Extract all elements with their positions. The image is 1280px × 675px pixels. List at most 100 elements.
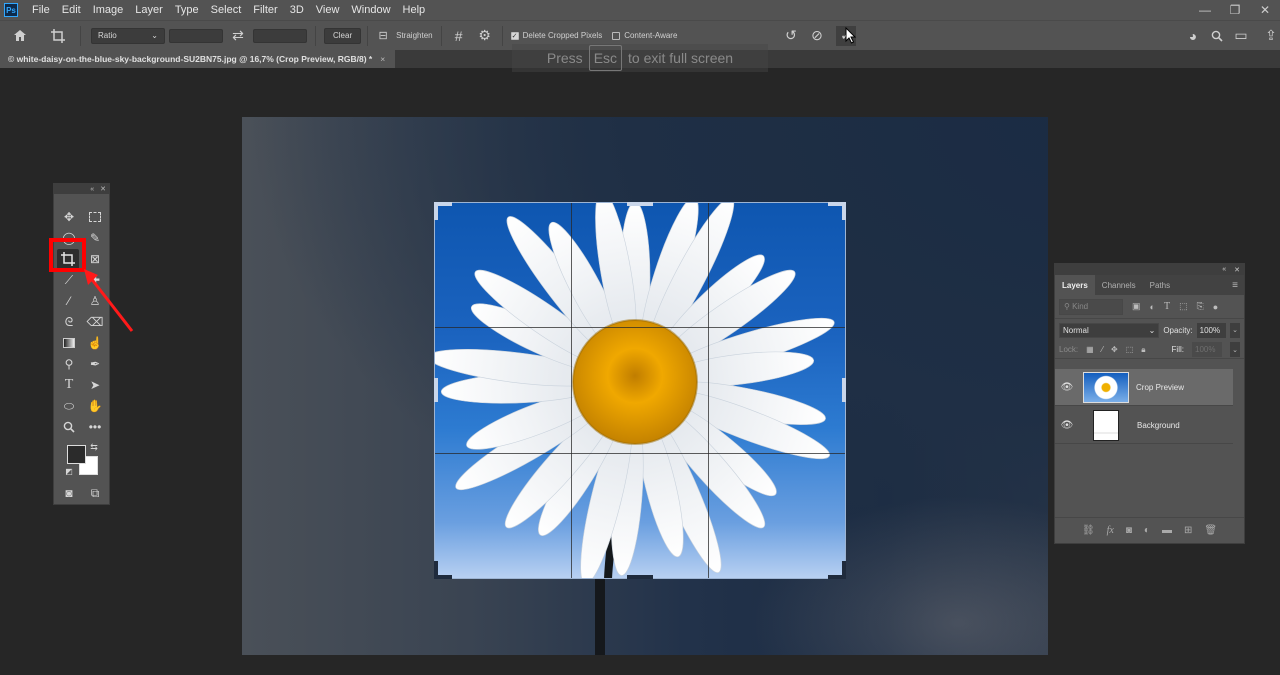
- tab-layers[interactable]: Layers: [1055, 275, 1095, 295]
- screen-mode-button[interactable]: ⧉: [85, 484, 105, 502]
- crop-width-input[interactable]: [169, 28, 223, 43]
- add-mask-icon[interactable]: ◙: [1126, 525, 1132, 536]
- close-window-button[interactable]: ✕: [1250, 0, 1280, 20]
- menu-view[interactable]: View: [310, 4, 346, 16]
- new-group-icon[interactable]: ▬: [1162, 525, 1172, 536]
- toolbox-header[interactable]: « ✕: [54, 184, 109, 194]
- ellipse-tool[interactable]: ⬭: [59, 397, 79, 415]
- trash-icon[interactable]: 🗑︎: [1204, 525, 1217, 536]
- new-layer-icon[interactable]: ⊞: [1184, 525, 1192, 536]
- zoom-tool[interactable]: [59, 418, 79, 436]
- share-user-icon[interactable]: ◕: [1185, 28, 1201, 44]
- blend-mode-select[interactable]: Normal ⌄: [1059, 322, 1160, 338]
- quick-selection-tool[interactable]: ✎: [85, 229, 105, 247]
- crop-handle-bottom[interactable]: [627, 575, 653, 579]
- menu-3d[interactable]: 3D: [284, 4, 310, 16]
- lock-position-icon[interactable]: ✥: [1111, 345, 1118, 354]
- dodge-tool[interactable]: ⚲: [59, 355, 79, 373]
- gear-icon[interactable]: ⚙: [472, 27, 498, 44]
- type-filter-icon[interactable]: T: [1164, 301, 1170, 312]
- crop-handle-top-right[interactable]: [842, 202, 846, 220]
- lock-transparent-icon[interactable]: ▦: [1086, 345, 1094, 354]
- workspace-icon[interactable]: ▭: [1233, 27, 1249, 44]
- crop-handle-top-left[interactable]: [434, 202, 438, 220]
- kind-filter-input[interactable]: ⚲ Kind: [1059, 298, 1123, 315]
- adjustment-filter-icon[interactable]: ◐: [1150, 302, 1155, 312]
- lock-image-icon[interactable]: ⁄: [1102, 345, 1103, 354]
- layers-panel-header[interactable]: « ✕: [1055, 264, 1244, 275]
- straighten-icon[interactable]: ⊟: [372, 29, 394, 42]
- crop-handle-left[interactable]: [434, 378, 438, 402]
- content-aware-checkbox[interactable]: Content-Aware: [612, 31, 677, 40]
- layer-row-crop-preview[interactable]: 👁︎ Crop Preview: [1055, 369, 1233, 406]
- pixel-filter-icon[interactable]: ▣: [1132, 301, 1141, 312]
- default-colors-icon[interactable]: ◩: [63, 465, 75, 477]
- fx-icon[interactable]: fx: [1107, 525, 1114, 536]
- move-tool[interactable]: ✥: [59, 208, 79, 226]
- menu-window[interactable]: Window: [345, 4, 396, 16]
- history-brush-tool[interactable]: ᘓ: [59, 313, 79, 331]
- tab-channels[interactable]: Channels: [1095, 275, 1143, 295]
- path-selection-tool[interactable]: ➤: [85, 376, 105, 394]
- marquee-tool[interactable]: [85, 208, 105, 226]
- restore-button[interactable]: ❐: [1220, 0, 1250, 20]
- clear-button[interactable]: Clear: [324, 27, 362, 44]
- more-tools[interactable]: •••: [85, 418, 105, 436]
- home-icon[interactable]: [0, 29, 40, 42]
- delete-cropped-pixels-checkbox[interactable]: ✓ Delete Cropped Pixels: [510, 31, 602, 40]
- hand-tool[interactable]: ✋: [85, 397, 105, 415]
- brush-tool[interactable]: ⁄: [59, 292, 79, 310]
- crop-handle-bottom-left[interactable]: [434, 561, 438, 579]
- opacity-input[interactable]: 100%: [1196, 322, 1227, 338]
- smart-object-filter-icon[interactable]: ⎘: [1197, 301, 1204, 312]
- adjustment-layer-icon[interactable]: ◐: [1144, 525, 1150, 536]
- cancel-crop-icon[interactable]: ⊘: [807, 27, 827, 44]
- link-layers-icon[interactable]: ⛓︎: [1082, 525, 1095, 536]
- straighten-button[interactable]: Straighten: [396, 31, 432, 40]
- lock-all-icon[interactable]: 🔒︎: [1141, 345, 1145, 355]
- menu-edit[interactable]: Edit: [56, 4, 87, 16]
- close-tab-icon[interactable]: ×: [380, 54, 385, 64]
- document-tab[interactable]: © white-daisy-on-the-blue-sky-background…: [0, 50, 396, 68]
- menu-select[interactable]: Select: [205, 4, 248, 16]
- ratio-select[interactable]: Ratio ⌄: [91, 27, 165, 44]
- crop-handle-top[interactable]: [627, 202, 653, 206]
- fill-dropdown-icon[interactable]: ⌄: [1230, 342, 1240, 357]
- eye-icon[interactable]: 👁︎: [1055, 382, 1079, 393]
- crop-handle-right[interactable]: [842, 378, 846, 402]
- opacity-dropdown-icon[interactable]: ⌄: [1230, 322, 1240, 338]
- crop-preview[interactable]: [434, 202, 846, 579]
- gradient-tool[interactable]: [59, 334, 79, 352]
- overlay-grid-icon[interactable]: #: [446, 28, 472, 44]
- collapse-icon[interactable]: «: [1222, 266, 1226, 273]
- menu-image[interactable]: Image: [87, 4, 130, 16]
- menu-help[interactable]: Help: [397, 4, 432, 16]
- foreground-color-swatch[interactable]: [67, 445, 86, 464]
- smudge-tool[interactable]: ☝: [85, 334, 105, 352]
- collapse-icon[interactable]: «: [90, 186, 94, 193]
- crop-handle-bottom-right[interactable]: [842, 561, 846, 579]
- filter-toggle-icon[interactable]: ●: [1213, 302, 1218, 312]
- panel-menu-icon[interactable]: ≡: [1232, 280, 1238, 291]
- close-panel-icon[interactable]: ✕: [1234, 266, 1240, 274]
- minimize-button[interactable]: —: [1190, 0, 1220, 20]
- crop-height-input[interactable]: [253, 28, 307, 43]
- tab-paths[interactable]: Paths: [1143, 275, 1177, 295]
- eye-icon[interactable]: 👁︎: [1055, 420, 1079, 431]
- type-tool[interactable]: T: [59, 376, 79, 394]
- swap-dimensions-icon[interactable]: ⇄: [223, 27, 253, 44]
- search-icon[interactable]: [1209, 30, 1225, 42]
- quick-mask-button[interactable]: ◙: [59, 484, 79, 502]
- lock-artboard-icon[interactable]: ⬚: [1126, 345, 1134, 354]
- fill-input[interactable]: 100%: [1192, 342, 1222, 357]
- menu-filter[interactable]: Filter: [247, 4, 283, 16]
- export-icon[interactable]: ⇪: [1263, 27, 1279, 44]
- close-panel-icon[interactable]: ✕: [100, 185, 106, 193]
- crop-tool-preset-icon[interactable]: [40, 28, 76, 43]
- swap-colors-icon[interactable]: ⇆: [88, 441, 100, 453]
- layer-row-background[interactable]: 👁︎ Background: [1055, 407, 1233, 444]
- eyedropper-tool[interactable]: ⟋: [59, 271, 79, 289]
- pen-tool[interactable]: ✒: [85, 355, 105, 373]
- reset-crop-icon[interactable]: ↺: [781, 27, 801, 44]
- menu-file[interactable]: File: [26, 4, 56, 16]
